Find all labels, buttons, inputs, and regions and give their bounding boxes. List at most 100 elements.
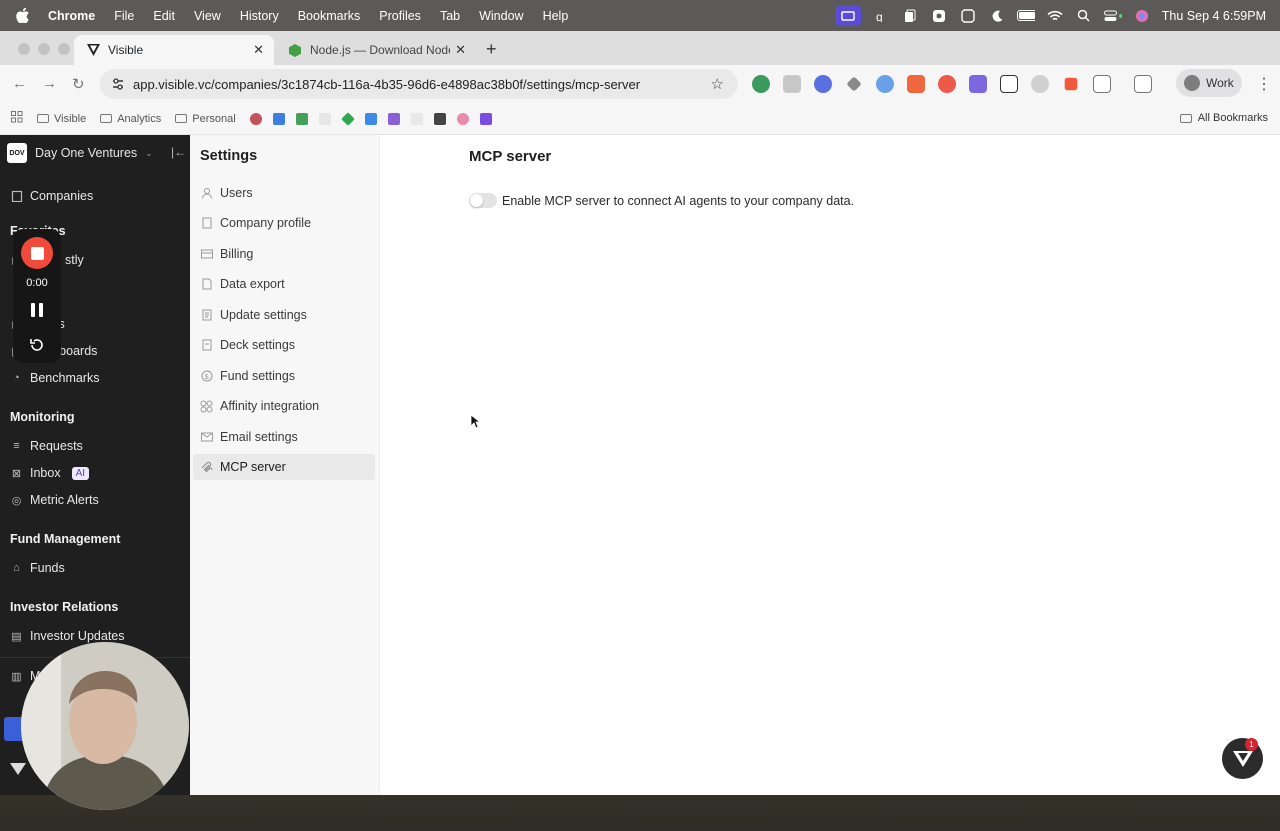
sidebar-item-funds[interactable]: ⌂ Funds [10,561,65,575]
menu-history[interactable]: History [240,9,279,23]
bookmark-s-icon[interactable] [387,112,400,125]
screen-record-icon[interactable] [834,5,861,26]
webcam-bubble[interactable] [21,642,189,810]
menu-profiles[interactable]: Profiles [379,9,421,23]
bookmark-dark-icon[interactable] [433,112,446,125]
restart-recording-icon[interactable] [29,337,45,353]
stop-recording-button[interactable] [21,237,53,269]
browser-toolbar: ← → ↻ app.visible.vc/companies/3c1874cb-… [0,65,1280,103]
bookmark-folder-visible[interactable]: Visible [37,113,86,125]
menu-app-chrome[interactable]: Chrome [48,9,95,23]
bookmark-star-icon[interactable]: ☆ [711,75,724,93]
extensions-bar [752,75,1152,93]
circle-extension-icon[interactable] [814,75,832,93]
profile-chip[interactable]: Work [1176,69,1242,97]
bookmark-calendar2-icon[interactable] [364,112,377,125]
apple-icon[interactable] [16,8,30,23]
edit-shortcut-icon[interactable] [959,8,977,23]
sidebar-item-metric-alerts[interactable]: ◎ Metric Alerts [10,493,99,507]
globe-extension-icon[interactable] [876,75,894,93]
settings-item-data-export[interactable]: Data export [193,271,375,297]
menu-help[interactable]: Help [543,9,569,23]
bookmark-sheet-icon[interactable] [295,112,308,125]
org-switcher[interactable]: DOV Day One Ventures ⌄ [7,143,153,163]
sidebar-item-benchmarks[interactable]: ◔ Benchmarks [10,371,99,385]
menu-clock[interactable]: Thu Sep 4 6:59PM [1162,9,1266,23]
copy-icon[interactable] [901,9,919,23]
close-tab-icon[interactable]: ✕ [455,42,466,58]
layers-extension-icon[interactable] [969,75,987,93]
grammarly-extension-icon[interactable] [752,75,770,93]
side-panel-icon[interactable] [1134,75,1152,93]
battery-icon[interactable] [1016,9,1035,23]
moon-icon[interactable] [988,9,1006,23]
sidebar-item-companies[interactable]: Companies [10,189,93,203]
bookmark-triangle-icon[interactable] [318,112,331,125]
bookmark-pinwheel-icon[interactable] [456,112,469,125]
bookmark-drive-icon[interactable] [340,111,355,126]
back-arrow-icon[interactable]: ← [12,75,27,92]
settings-item-affinity-integration[interactable]: Affinity integration [193,393,375,419]
visible-app: DOV Day One Ventures ⌄ |← Companies Favo… [0,135,1280,795]
collapse-sidebar-icon[interactable]: |← [171,145,186,159]
forward-arrow-icon[interactable]: → [42,75,57,92]
settings-item-fund-settings[interactable]: $ Fund settings [193,363,375,389]
minimize-window-button[interactable] [38,43,50,55]
tab-visible[interactable]: Visible ✕ [74,35,274,65]
close-tab-icon[interactable]: ✕ [253,42,264,58]
settings-item-mcp-server[interactable]: MCP server [193,454,375,480]
menu-window[interactable]: Window [479,9,523,23]
bookmark-mail-icon[interactable] [410,112,423,125]
apps-grid-icon[interactable] [11,111,23,126]
orange-extension-icon[interactable] [907,75,925,93]
siri-icon[interactable] [1133,9,1151,23]
more-menu-icon[interactable]: ⋮ [1256,74,1272,94]
address-bar[interactable]: app.visible.vc/companies/3c1874cb-116a-4… [100,69,738,99]
pen-extension-icon[interactable] [846,76,862,92]
bookmark-folder-analytics[interactable]: Analytics [100,113,161,125]
control-center-icon[interactable] [1103,9,1122,23]
bookmark-calendar-icon[interactable] [272,112,285,125]
bookmark-folder-personal[interactable]: Personal [175,113,236,125]
sidebar-item-inbox[interactable]: ⊠ Inbox AI [10,466,90,480]
settings-item-email-settings[interactable]: Email settings [193,424,375,450]
menu-tab[interactable]: Tab [440,9,460,23]
settings-item-update-settings[interactable]: Update settings [193,302,375,328]
settings-item-users[interactable]: Users [193,180,375,206]
sidebar-item-requests[interactable]: ≡ Requests [10,439,83,453]
user-icon [200,187,213,200]
card-icon [200,248,213,261]
cloud-extension-icon[interactable] [1031,75,1049,93]
tab-nodejs[interactable]: Node.js — Download Node.js® ✕ [276,35,476,65]
grammarly-icon[interactable]: g [872,9,890,23]
settings-item-deck-settings[interactable]: Deck settings [193,332,375,358]
gear-icon[interactable] [930,9,948,23]
reload-icon[interactable]: ↻ [72,75,85,93]
bookmark-person-icon[interactable] [249,112,262,125]
mcp-enable-toggle[interactable] [469,193,497,208]
notion-extension-icon[interactable] [1000,75,1018,93]
menu-file[interactable]: File [114,9,134,23]
x-extension-icon[interactable] [1064,77,1078,91]
red-extension-icon[interactable] [938,75,956,93]
puzzle-extensions-icon[interactable] [1093,75,1111,93]
menu-bookmarks[interactable]: Bookmarks [298,9,361,23]
search-icon[interactable] [1075,9,1093,23]
building-icon [10,190,23,203]
recording-timer: 0:00 [26,277,48,289]
all-bookmarks-button[interactable]: All Bookmarks [1179,112,1268,124]
pause-recording-button[interactable] [31,303,43,317]
menu-view[interactable]: View [194,9,221,23]
new-tab-button[interactable]: + [486,39,497,60]
bookmark-purple-icon[interactable] [479,112,492,125]
camera-extension-icon[interactable] [783,75,801,93]
menu-edit[interactable]: Edit [153,9,175,23]
wifi-icon[interactable] [1046,9,1064,23]
close-window-button[interactable] [18,43,30,55]
settings-item-company-profile[interactable]: Company profile [193,210,375,236]
tab-title: Node.js — Download Node.js® [310,43,450,57]
settings-item-billing[interactable]: Billing [193,241,375,267]
sidebar-item-investor-updates[interactable]: ▤ Investor Updates [10,629,124,643]
site-info-icon[interactable] [111,77,125,91]
zoom-window-button[interactable] [58,43,70,55]
